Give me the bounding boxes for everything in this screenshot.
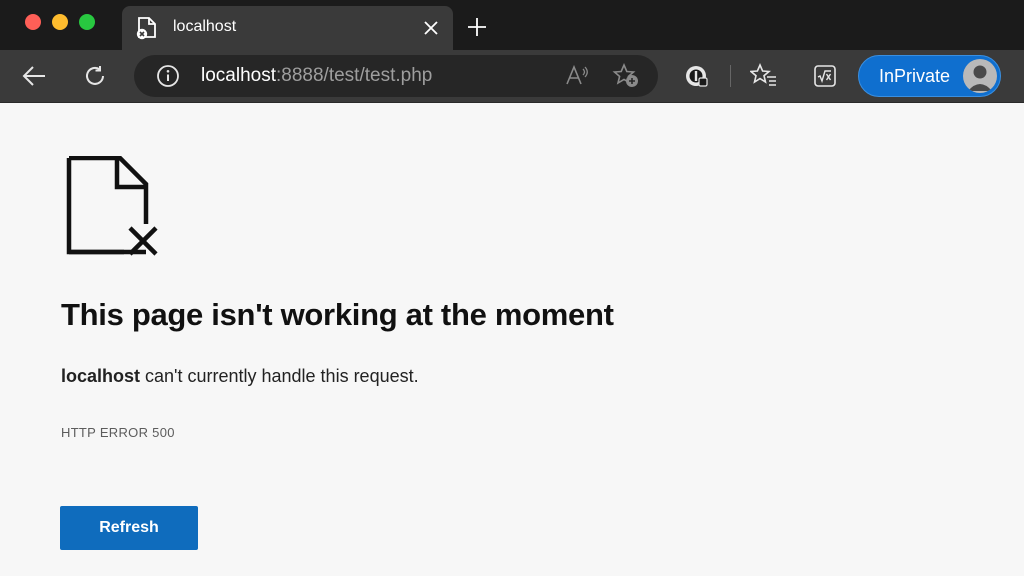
avatar bbox=[963, 59, 997, 93]
math-solver-button[interactable] bbox=[810, 61, 840, 91]
toolbar-separator bbox=[730, 65, 731, 87]
reload-button[interactable] bbox=[80, 61, 110, 91]
add-favorite-icon[interactable] bbox=[612, 63, 640, 89]
tab-localhost[interactable]: localhost bbox=[122, 6, 453, 50]
refresh-button[interactable]: Refresh bbox=[60, 506, 198, 550]
url-host: localhost bbox=[201, 65, 276, 86]
window-minimize-button[interactable] bbox=[52, 14, 68, 30]
read-aloud-icon[interactable] bbox=[564, 64, 590, 88]
favorites-list-icon bbox=[750, 63, 776, 86]
math-solver-icon bbox=[814, 65, 836, 87]
tab-title: localhost bbox=[173, 18, 237, 35]
reload-icon bbox=[86, 66, 104, 85]
error-description: localhost can't currently handle this re… bbox=[61, 366, 419, 387]
favorites-button[interactable] bbox=[749, 61, 779, 91]
page-content: This page isn't working at the moment lo… bbox=[0, 104, 1024, 576]
back-button[interactable] bbox=[19, 61, 49, 91]
inprivate-label: InPrivate bbox=[879, 66, 951, 86]
tab-strip: localhost bbox=[0, 0, 1024, 50]
toolbar: localhost:8888/test/test.php InPrivate bbox=[0, 50, 1024, 103]
broken-page-icon bbox=[136, 17, 156, 40]
close-tab-icon[interactable] bbox=[422, 19, 440, 37]
url-text: localhost:8888/test/test.php bbox=[201, 65, 432, 87]
error-message: can't currently handle this request. bbox=[140, 366, 419, 386]
error-code: HTTP ERROR 500 bbox=[61, 425, 175, 440]
back-arrow-icon bbox=[22, 66, 45, 86]
broken-document-icon bbox=[66, 156, 158, 256]
password-manager-icon bbox=[686, 66, 708, 87]
inprivate-button[interactable]: InPrivate bbox=[858, 55, 1001, 97]
new-tab-icon[interactable] bbox=[466, 16, 488, 38]
window-close-button[interactable] bbox=[25, 14, 41, 30]
page-title: This page isn't working at the moment bbox=[61, 297, 614, 332]
password-manager-button[interactable] bbox=[682, 61, 712, 91]
address-bar[interactable]: localhost:8888/test/test.php bbox=[134, 55, 658, 97]
url-path: :8888/test/test.php bbox=[276, 65, 433, 86]
window-zoom-button[interactable] bbox=[79, 14, 95, 30]
profile-icon bbox=[968, 65, 992, 91]
error-host: localhost bbox=[61, 366, 141, 386]
info-icon[interactable] bbox=[156, 64, 180, 88]
